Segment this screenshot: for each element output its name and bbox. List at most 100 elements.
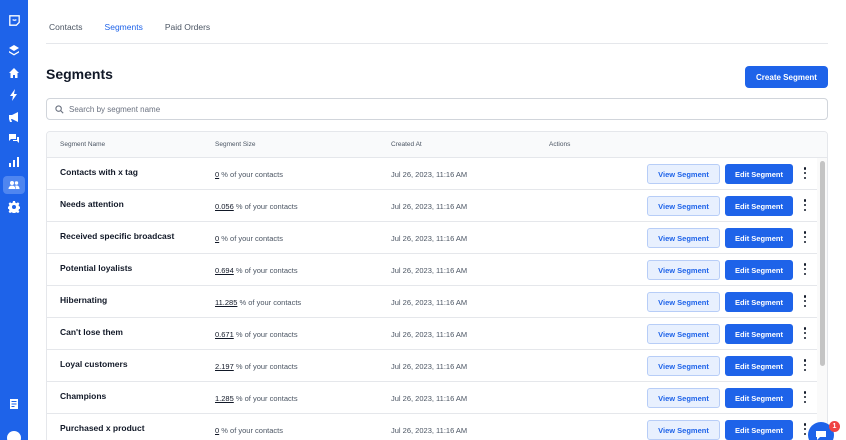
segment-size-value[interactable]: 1.285 [215,394,234,403]
segment-name: Contacts with x tag [60,167,138,177]
help-icon[interactable] [7,431,21,440]
view-segment-button[interactable]: View Segment [647,356,720,376]
segment-size: 1.285 % of your contacts [215,394,298,403]
view-segment-button[interactable]: View Segment [647,164,720,184]
view-segment-button[interactable]: View Segment [647,260,720,280]
edit-segment-button[interactable]: Edit Segment [725,356,793,376]
tab-contacts[interactable]: Contacts [49,22,83,44]
segment-size: 0.056 % of your contacts [215,202,298,211]
edit-segment-button[interactable]: Edit Segment [725,228,793,248]
edit-segment-button[interactable]: Edit Segment [725,292,793,312]
segment-size-value[interactable]: 0 [215,234,219,243]
search-box[interactable] [46,98,828,120]
tab-segments[interactable]: Segments [104,22,144,44]
more-options-icon[interactable] [801,230,809,244]
view-segment-button[interactable]: View Segment [647,196,720,216]
view-segment-button[interactable]: View Segment [647,292,720,312]
segment-size-value[interactable]: 0.671 [215,330,234,339]
created-at: Jul 26, 2023, 11:16 AM [391,202,468,211]
column-header-name: Segment Name [60,141,106,148]
more-options-icon[interactable] [801,326,809,340]
megaphone-icon[interactable] [7,110,21,124]
segment-size-value[interactable]: 0 [215,170,219,179]
edit-segment-button[interactable]: Edit Segment [725,196,793,216]
created-at: Jul 26, 2023, 11:16 AM [391,394,468,403]
segment-size-value[interactable]: 2.197 [215,362,234,371]
segment-size-value[interactable]: 0.056 [215,202,234,211]
segment-size-value[interactable]: 0 [215,426,219,435]
view-segment-button[interactable]: View Segment [647,228,720,248]
view-segment-button[interactable]: View Segment [647,324,720,344]
tab-paid-orders[interactable]: Paid Orders [165,22,210,44]
segment-name: Potential loyalists [60,263,133,273]
scrollbar-thumb[interactable] [820,161,825,366]
home-icon[interactable] [7,66,21,80]
created-at: Jul 26, 2023, 11:16 AM [391,426,468,435]
segment-size-suffix: % of your contacts [235,362,298,371]
tab-bar: Contacts Segments Paid Orders [49,0,232,44]
table-row: Champions 1.285 % of your contacts Jul 26,… [47,382,817,414]
create-segment-button[interactable]: Create Segment [745,66,828,88]
created-at: Jul 26, 2023, 11:16 AM [391,330,468,339]
logo-icon[interactable] [6,12,22,28]
edit-segment-button[interactable]: Edit Segment [725,420,793,440]
tab-divider [46,43,828,44]
more-options-icon[interactable] [801,166,809,180]
segment-name: Needs attention [60,199,124,209]
search-icon [55,104,64,114]
chat-icon [816,431,826,440]
segment-name: Received specific broadcast [60,231,175,241]
view-segment-button[interactable]: View Segment [647,388,720,408]
layers-icon[interactable] [7,43,21,57]
table-header: Segment Name Segment Size Created At Act… [47,132,827,158]
column-header-created: Created At [391,141,422,148]
document-icon[interactable] [7,397,21,411]
created-at: Jul 26, 2023, 11:16 AM [391,234,468,243]
table-row: Received specific broadcast 0 % of your c… [47,222,817,254]
segment-size-value[interactable]: 11.285 [215,298,237,307]
more-options-icon[interactable] [801,358,809,372]
users-icon[interactable] [7,178,21,192]
chat-bubbles-icon[interactable] [7,132,21,146]
table-row: Hibernating 11.285 % of your contacts Jul … [47,286,817,318]
column-header-size: Segment Size [215,141,256,148]
segment-size-suffix: % of your contacts [221,234,283,243]
view-segment-button[interactable]: View Segment [647,420,720,440]
table-row: Contacts with x tag 0 % of your contacts J… [47,158,817,190]
more-options-icon[interactable] [801,198,809,212]
segment-size-value[interactable]: 0.694 [215,266,234,275]
edit-segment-button[interactable]: Edit Segment [725,164,793,184]
bar-chart-icon[interactable] [7,155,21,169]
table-row: Needs attention 0.056 % of your contacts J… [47,190,817,222]
table-scrollbar[interactable] [817,158,827,440]
created-at: Jul 26, 2023, 11:16 AM [391,362,468,371]
segment-size: 0 % of your contacts [215,170,283,179]
edit-segment-button[interactable]: Edit Segment [725,388,793,408]
segment-size: 0.694 % of your contacts [215,266,298,275]
segment-size-suffix: % of your contacts [221,170,283,179]
chat-notification-badge: 1 [829,421,840,432]
segment-size-suffix: % of your contacts [239,298,302,307]
more-options-icon[interactable] [801,294,809,308]
segment-name: Can't lose them [60,327,123,337]
segment-size-suffix: % of your contacts [235,202,298,211]
segment-size: 0 % of your contacts [215,426,283,435]
created-at: Jul 26, 2023, 11:16 AM [391,266,468,275]
edit-segment-button[interactable]: Edit Segment [725,324,793,344]
segment-size: 0 % of your contacts [215,234,283,243]
bolt-icon[interactable] [7,88,21,102]
edit-segment-button[interactable]: Edit Segment [725,260,793,280]
segment-size-suffix: % of your contacts [221,426,283,435]
column-header-actions: Actions [549,141,571,148]
segment-size-suffix: % of your contacts [235,266,298,275]
gear-icon[interactable] [7,200,21,214]
more-options-icon[interactable] [801,390,809,404]
segment-name: Hibernating [60,295,108,305]
table-row: Can't lose them 0.671 % of your contacts J… [47,318,817,350]
segment-size-suffix: % of your contacts [235,394,298,403]
segment-size-suffix: % of your contacts [235,330,298,339]
created-at: Jul 26, 2023, 11:16 AM [391,298,468,307]
search-input[interactable] [69,104,769,114]
more-options-icon[interactable] [801,262,809,276]
table-row: Potential loyalists 0.694 % of your conta… [47,254,817,286]
